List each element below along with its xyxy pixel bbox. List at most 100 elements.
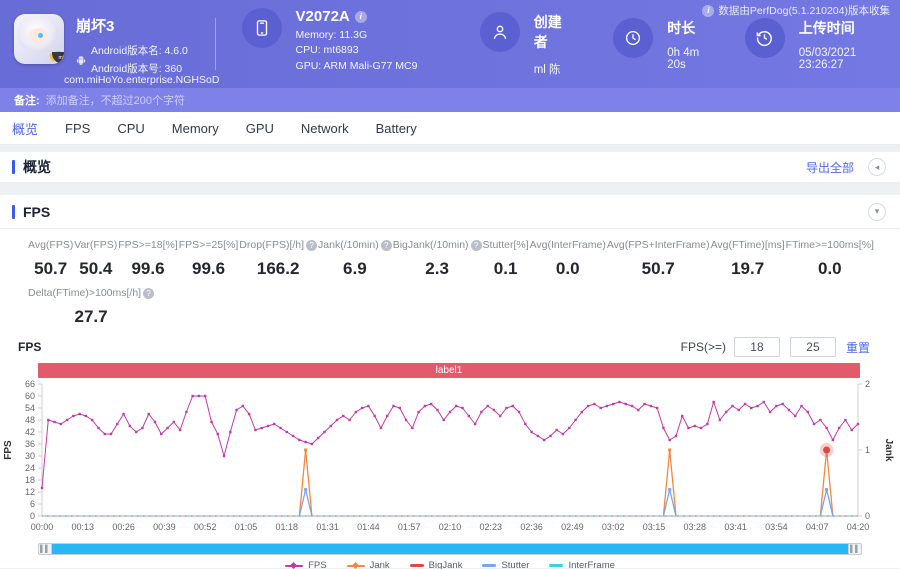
svg-text:42: 42 xyxy=(25,427,35,437)
fps-stats-row: Avg(FPS) 50.7 Var(FPS) 50.4 FPS>=18[%] 99.6 FP… xyxy=(0,229,900,279)
legend-marker xyxy=(482,564,497,567)
collapse-down-button[interactable]: ▾ xyxy=(868,202,886,221)
stat-value: 50.4 xyxy=(79,259,113,278)
svg-text:36: 36 xyxy=(25,439,35,449)
stat-FPS>=18[%]: FPS>=18[%] 99.6 xyxy=(118,239,178,279)
report-header: i 数据由PerfDog(5.1.210204)版本收集 miHoYo 崩坏3 … xyxy=(0,0,900,88)
device-info-block: V2072A i Memory: 11.3G CPU: mt6893 GPU: … xyxy=(218,8,454,72)
stat-Avg(FPS+InterFrame): Avg(FPS+InterFrame) 50.7 xyxy=(607,239,710,279)
svg-text:0: 0 xyxy=(30,511,35,521)
note-input[interactable]: 添加备注，不超过200个字符 xyxy=(46,92,185,108)
creator-label: 创建者 xyxy=(533,13,562,50)
range-handle-right[interactable]: ▌▌ xyxy=(848,544,861,554)
legend-item-InterFrame[interactable]: InterFrame xyxy=(549,560,615,569)
duration-label: 时长 xyxy=(667,19,696,36)
help-icon[interactable]: ? xyxy=(380,239,392,251)
clock-icon xyxy=(613,17,654,58)
perfdog-report-page: i 数据由PerfDog(5.1.210204)版本收集 miHoYo 崩坏3 … xyxy=(0,0,900,569)
svg-text:00:00: 00:00 xyxy=(31,522,54,532)
range-handle-left[interactable]: ▌▌ xyxy=(39,544,52,554)
creator-value: ml 陈 xyxy=(533,63,561,76)
fps-threshold-low-input[interactable] xyxy=(733,337,780,357)
tab-Memory[interactable]: Memory xyxy=(172,119,219,138)
tab-概览[interactable]: 概览 xyxy=(12,117,38,140)
section-accent-bar xyxy=(12,160,15,174)
stat-value: 0.0 xyxy=(817,259,842,278)
stat-label: Var(FPS) xyxy=(74,239,118,251)
fps-threshold-high-input[interactable] xyxy=(789,337,836,357)
collapse-left-button[interactable]: ◂ xyxy=(868,158,886,176)
svg-text:01:57: 01:57 xyxy=(398,522,421,532)
stat-Delta(FTime)>100ms[/h]: Delta(FTime)>100ms[/h]? 27.7 xyxy=(28,287,155,327)
svg-text:60: 60 xyxy=(25,391,35,401)
svg-text:01:18: 01:18 xyxy=(276,522,299,532)
legend-label: Jank xyxy=(369,560,390,569)
svg-text:02:23: 02:23 xyxy=(480,522,503,532)
chart-controls: FPS FPS(>=) 重置 xyxy=(0,327,900,357)
help-icon[interactable]: ? xyxy=(306,239,318,251)
stat-value: 0.1 xyxy=(493,259,518,278)
svg-text:6: 6 xyxy=(30,499,35,509)
svg-text:00:52: 00:52 xyxy=(194,522,217,532)
tab-CPU[interactable]: CPU xyxy=(117,119,144,138)
tab-Network[interactable]: Network xyxy=(301,119,349,138)
range-track[interactable] xyxy=(52,544,848,554)
source-note-text: 数据由PerfDog(5.1.210204)版本收集 xyxy=(718,5,890,17)
stat-label: Drop(FPS)[/h] xyxy=(239,239,305,251)
stat-Drop(FPS)[/h]: Drop(FPS)[/h]? 166.2 xyxy=(239,239,318,279)
stat-value: 99.6 xyxy=(131,259,165,278)
stat-Var(FPS): Var(FPS) 50.4 xyxy=(74,239,117,279)
legend-item-Stutter[interactable]: Stutter xyxy=(482,560,529,569)
chart-title: FPS xyxy=(18,340,42,354)
svg-text:00:39: 00:39 xyxy=(153,522,176,532)
stat-BigJank(/10min): BigJank(/10min)? 2.3 xyxy=(393,239,482,279)
help-icon[interactable]: ? xyxy=(470,239,482,251)
chart-range-scrollbar: ▌▌ ▌▌ xyxy=(38,543,862,555)
legend-label: Stutter xyxy=(501,560,530,569)
svg-text:24: 24 xyxy=(25,463,35,473)
legend-label: InterFrame xyxy=(568,560,615,569)
app-icon: miHoYo xyxy=(14,14,64,64)
stat-value: 166.2 xyxy=(256,259,300,278)
svg-text:03:02: 03:02 xyxy=(602,522,625,532)
svg-text:01:05: 01:05 xyxy=(235,522,258,532)
info-icon[interactable]: i xyxy=(702,4,715,17)
svg-text:03:41: 03:41 xyxy=(724,522,747,532)
svg-text:02:49: 02:49 xyxy=(561,522,584,532)
reset-link[interactable]: 重置 xyxy=(846,339,870,356)
svg-text:03:15: 03:15 xyxy=(643,522,666,532)
stat-value: 27.7 xyxy=(74,307,108,326)
device-gpu: GPU: ARM Mali-G77 MC9 xyxy=(295,59,418,72)
device-info-icon[interactable]: i xyxy=(354,10,367,23)
legend-label: FPS xyxy=(308,560,327,569)
fps-line-chart: 061218243036424854606601200:00 00:13 00:26… xyxy=(3,379,894,532)
stat-label: Avg(FPS+InterFrame) xyxy=(606,239,710,251)
legend-item-FPS[interactable]: FPS xyxy=(285,560,327,569)
tab-Battery[interactable]: Battery xyxy=(376,119,417,138)
tab-FPS[interactable]: FPS xyxy=(65,119,90,138)
export-all-link[interactable]: 导出全部 xyxy=(806,159,854,176)
device-memory: Memory: 11.3G xyxy=(295,28,368,41)
device-model: V2072A xyxy=(295,8,350,26)
stat-value: 19.7 xyxy=(731,259,765,278)
stat-Jank(/10min): Jank(/10min)? 6.9 xyxy=(318,239,392,279)
legend-item-BigJank[interactable]: BigJank xyxy=(409,560,462,569)
scene-label-band[interactable]: label1 xyxy=(38,363,860,378)
stat-label: Jank(/10min) xyxy=(318,239,379,251)
svg-text:03:54: 03:54 xyxy=(765,522,788,532)
svg-text:01:31: 01:31 xyxy=(316,522,339,532)
tab-GPU[interactable]: GPU xyxy=(246,119,274,138)
stat-value: 2.3 xyxy=(425,259,449,278)
svg-text:18: 18 xyxy=(25,475,35,485)
fps-card: FPS ▾ Avg(FPS) 50.7 Var(FPS) 50.4 FPS>=18[%]… xyxy=(0,195,900,569)
svg-text:02:10: 02:10 xyxy=(439,522,462,532)
upload-time-block: 上传时间 05/03/2021 23:26:27 xyxy=(719,17,900,71)
android-icon xyxy=(76,56,86,66)
stat-label: Delta(FTime)>100ms[/h] xyxy=(28,287,142,299)
svg-text:FPS: FPS xyxy=(3,440,14,460)
stat-FTime>=100ms[%]: FTime>=100ms[%] 0.0 xyxy=(786,239,874,279)
stat-Avg(FTime)[ms]: Avg(FTime)[ms] 19.7 xyxy=(711,239,785,279)
help-icon[interactable]: ? xyxy=(143,287,155,299)
legend-item-Jank[interactable]: Jank xyxy=(346,560,390,569)
